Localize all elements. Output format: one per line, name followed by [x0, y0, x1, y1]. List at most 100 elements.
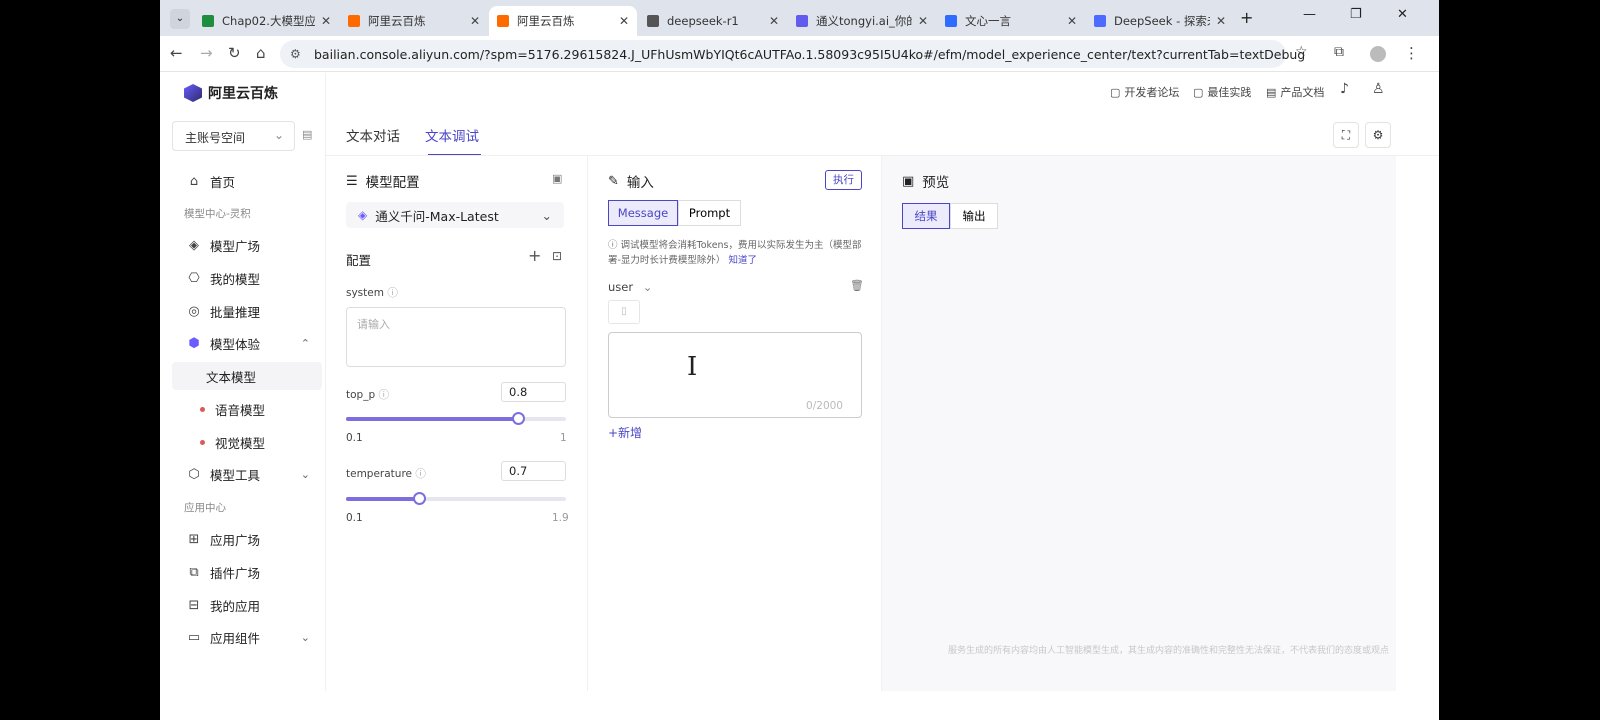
logo-icon — [184, 84, 202, 102]
url-input[interactable]: ⚙ bailian.console.aliyun.com/?spm=5176.29… — [280, 40, 1305, 68]
delete-icon[interactable]: 🗑︎ — [850, 279, 864, 292]
profile-avatar[interactable] — [1370, 46, 1386, 62]
sidebar-item-experience[interactable]: ⬢ 模型体验 ⌃ — [172, 329, 322, 357]
close-window-button[interactable]: ✕ — [1397, 7, 1408, 22]
browser-tab[interactable]: deepseek-r1 ✕ — [639, 6, 787, 36]
box-icon[interactable]: ⊡ — [552, 249, 562, 263]
close-icon[interactable]: ✕ — [619, 14, 629, 28]
close-icon[interactable]: ✕ — [470, 14, 480, 28]
user-icon[interactable]: ♙ — [1372, 81, 1385, 97]
sidebar-item-home[interactable]: ⌂ 首页 — [172, 167, 322, 195]
top-p-input[interactable]: 0.8 — [501, 382, 566, 402]
doc-icon[interactable]: ▤ — [302, 128, 312, 141]
code-icon: ▣ — [902, 173, 915, 189]
sheets-icon — [202, 15, 214, 27]
message-input[interactable]: I 0/2000 — [608, 332, 862, 418]
wenxin-icon — [945, 15, 957, 27]
browser-tab[interactable]: 通义tongyi.ai_你的全✕ — [788, 6, 936, 36]
tab-search-button[interactable]: ⌄ — [170, 9, 190, 29]
temperature-slider[interactable] — [346, 492, 566, 505]
close-icon[interactable]: ✕ — [1216, 14, 1226, 28]
extensions-icon[interactable]: ⧉ — [1334, 44, 1344, 60]
doc-icon: ▤ — [1266, 85, 1277, 99]
sidebar-subitem-voice-model[interactable]: 语音模型 — [172, 395, 322, 423]
run-button[interactable]: 执行 — [825, 170, 862, 190]
sidebar-item-my-apps[interactable]: ⊟ 我的应用 — [172, 591, 322, 619]
chevron-up-icon: ⌃ — [300, 336, 310, 350]
new-dot — [200, 439, 205, 445]
tools-icon: ⬡ — [188, 466, 200, 482]
input-title: ✎ 输入 — [608, 173, 654, 192]
bookmark-star-icon[interactable]: ☆ — [1295, 44, 1308, 60]
home-icon[interactable]: ⌂ — [256, 44, 266, 62]
slider-handle[interactable] — [511, 412, 525, 425]
tab-text-chat[interactable]: 文本对话 — [346, 125, 400, 145]
sidebar-item-batch[interactable]: ◎ 批量推理 — [172, 297, 322, 325]
config-section-label: 配置 — [346, 253, 372, 268]
help-icon[interactable]: ⓘ — [387, 287, 398, 299]
sidebar-item-tools[interactable]: ⬡ 模型工具 ⌄ — [172, 460, 322, 488]
header-link-docs[interactable]: ▤ 产品文档 — [1266, 84, 1324, 100]
sidebar-item-my-models[interactable]: ⎔ 我的模型 — [172, 264, 322, 292]
browser-tab[interactable]: Chap02.大模型应用开✕ — [194, 6, 339, 36]
header-link-forum[interactable]: ▢ 开发者论坛 — [1110, 84, 1179, 100]
sidebar-item-model-plaza[interactable]: ◈ 模型广场 — [172, 231, 322, 259]
sidebar-item-components[interactable]: ▭ 应用组件 ⌄ — [172, 623, 322, 651]
top-p-max: 1 — [560, 432, 567, 444]
close-icon[interactable]: ✕ — [769, 14, 779, 28]
close-icon[interactable]: ✕ — [918, 14, 928, 28]
batch-icon: ◎ — [188, 303, 200, 319]
browser-tab-active[interactable]: 阿里云百炼 ✕ — [489, 6, 637, 36]
config-title: ☰ 模型配置 — [346, 173, 420, 192]
forward-icon[interactable]: → — [200, 44, 213, 62]
add-icon[interactable]: + — [528, 246, 541, 265]
role-select[interactable]: user ⌄ — [608, 280, 652, 294]
temperature-label: temperature ⓘ — [346, 468, 426, 480]
token-note: ⓘ 调试模型将会消耗Tokens，费用以实际发生为主（模型部署-显力时长计费模型… — [608, 240, 862, 266]
brand-logo[interactable]: 阿里云百炼 — [184, 83, 278, 103]
browser-window: ⌄ Chap02.大模型应用开✕ 阿里云百炼✕ 阿里云百炼✕ deepseek-… — [160, 0, 1439, 720]
reload-icon[interactable]: ↻ — [228, 44, 241, 62]
settings-button[interactable]: ⚙ — [1365, 122, 1391, 148]
minimize-button[interactable]: — — [1303, 7, 1316, 22]
workspace-select[interactable]: 主账号空间 ⌄ — [172, 121, 295, 151]
fullscreen-button[interactable]: ⛶ — [1333, 122, 1359, 148]
segment-output[interactable]: 输出 — [950, 203, 998, 229]
grid-icon: ⊞ — [188, 531, 200, 547]
preview-panel: ▣ 预览 结果 输出 服务生成的所有内容均由人工智能模型生成，其生成内容的准确性和… — [882, 156, 1396, 691]
help-icon[interactable]: ⓘ — [378, 389, 389, 401]
model-select[interactable]: ◈ 通义千问-Max-Latest ⌄ — [346, 202, 564, 228]
got-it-link[interactable]: 知道了 — [728, 255, 757, 266]
help-icon[interactable]: ⓘ — [415, 468, 426, 480]
close-icon[interactable]: ✕ — [1067, 14, 1077, 28]
tab-text-debug[interactable]: 文本调试 — [425, 125, 479, 145]
back-icon[interactable]: ← — [170, 44, 183, 62]
header-link-best-practice[interactable]: ▢ 最佳实践 — [1193, 84, 1251, 100]
slider-handle[interactable] — [412, 492, 426, 505]
segment-result[interactable]: 结果 — [902, 203, 950, 229]
segment-prompt[interactable]: Prompt — [678, 200, 741, 226]
new-tab-button[interactable]: + — [1240, 8, 1253, 27]
system-input[interactable]: 请输入 — [346, 307, 566, 367]
browser-tab[interactable]: DeepSeek - 探索未至✕ — [1086, 6, 1234, 36]
close-icon[interactable]: ✕ — [321, 14, 331, 28]
maximize-button[interactable]: ❐ — [1350, 7, 1362, 22]
sidebar-subitem-vision-model[interactable]: 视觉模型 — [172, 428, 322, 456]
top-p-slider[interactable] — [346, 412, 566, 425]
code-icon[interactable]: ▣ — [552, 172, 562, 185]
temperature-input[interactable]: 0.7 — [501, 461, 566, 481]
sidebar-item-app-plaza[interactable]: ⊞ 应用广场 — [172, 525, 322, 553]
aliyun-icon — [497, 15, 509, 27]
menu-icon[interactable]: ⋮ — [1404, 44, 1419, 62]
file-upload-button[interactable]: ▯ — [608, 300, 640, 324]
chevron-down-icon: ⌄ — [300, 467, 310, 481]
site-info-icon[interactable]: ⚙ — [290, 47, 301, 61]
add-message-button[interactable]: +新增 — [608, 424, 642, 441]
sidebar-group-label: 模型中心-灵积 — [184, 208, 251, 220]
browser-tab[interactable]: 阿里云百炼 ✕ — [340, 6, 488, 36]
bell-icon[interactable]: ♪ — [1340, 81, 1349, 97]
sidebar-subitem-text-model[interactable]: 文本模型 — [172, 362, 322, 390]
browser-tab[interactable]: 文心一言 ✕ — [937, 6, 1085, 36]
sidebar-item-plugins[interactable]: ⧉ 插件广场 — [172, 558, 322, 586]
segment-message[interactable]: Message — [608, 200, 678, 226]
